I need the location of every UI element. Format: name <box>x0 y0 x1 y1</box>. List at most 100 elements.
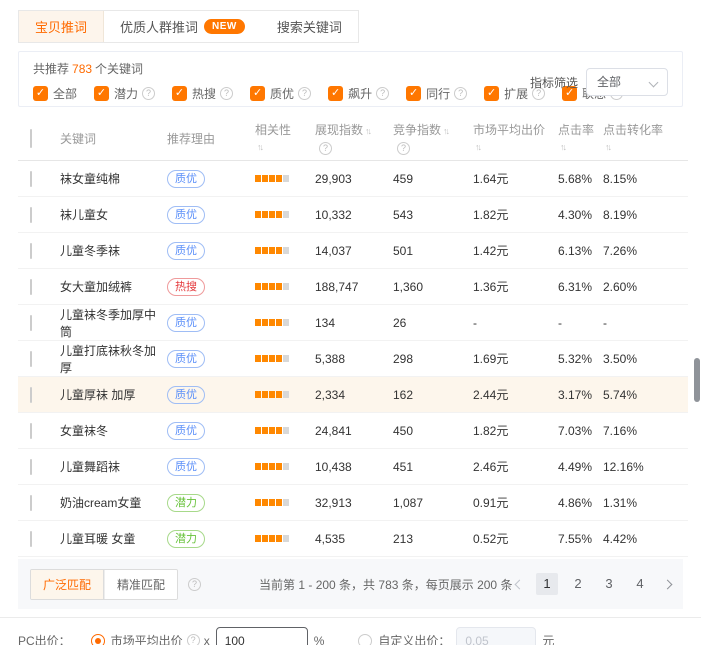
help-icon[interactable]: ? <box>376 87 389 100</box>
row-checkbox[interactable] <box>30 423 32 439</box>
filter-checkbox[interactable]: ✓ 全部 <box>33 85 77 102</box>
impression-cell: 14,037 <box>315 244 393 258</box>
competition-cell: 501 <box>393 244 473 258</box>
page-number[interactable]: 4 <box>629 573 651 595</box>
filter-checkbox[interactable]: ✓ 质优 ? <box>250 85 311 102</box>
checkbox-checked-icon[interactable]: ✓ <box>406 86 421 101</box>
reason-badge: 潜力 <box>167 530 205 548</box>
summary-suffix: 个关键词 <box>95 62 143 76</box>
match-mode-button[interactable]: 广泛匹配 <box>31 570 104 599</box>
market-price-radio[interactable] <box>91 634 105 645</box>
filter-checkbox[interactable]: ✓ 飙升 ? <box>328 85 389 102</box>
sort-icon[interactable]: ↑↓ <box>605 142 610 152</box>
metric-filter-select[interactable]: 全部 <box>586 68 668 96</box>
help-icon[interactable]: ? <box>188 578 201 591</box>
help-icon[interactable]: ? <box>220 87 233 100</box>
select-all-checkbox[interactable] <box>30 129 32 148</box>
sort-icon[interactable]: ↑↓ <box>443 126 448 136</box>
relevance-bar <box>262 175 268 182</box>
filter-checkbox-label: 潜力 <box>114 85 138 102</box>
keyword-cell: 儿童冬季袜 <box>60 242 167 259</box>
price-cell: 1.69元 <box>473 350 558 367</box>
row-checkbox[interactable] <box>30 531 32 547</box>
table-row: 儿童耳暖 女童 潜力 4,535 213 0.52元 7.55% 4.42% <box>18 521 688 557</box>
relevance-bars <box>255 175 315 182</box>
col-keyword: 关键词 <box>60 131 167 147</box>
help-icon[interactable]: ? <box>454 87 467 100</box>
page-number[interactable]: 2 <box>567 573 589 595</box>
filter-checkbox[interactable]: ✓ 同行 ? <box>406 85 467 102</box>
reason-badge: 质优 <box>167 206 205 224</box>
ctr-cell: 6.13% <box>558 244 603 258</box>
ctr-cell: 5.68% <box>558 172 603 186</box>
sort-icon[interactable]: ↑↓ <box>560 142 565 152</box>
competition-cell: 1,360 <box>393 280 473 294</box>
tab[interactable]: 优质人群推词 NEW <box>104 11 261 42</box>
relevance-bar <box>283 391 289 398</box>
relevance-bar <box>276 499 282 506</box>
filter-checkbox-label: 扩展 <box>504 85 528 102</box>
percent-sign: % <box>314 634 325 645</box>
sort-icon[interactable]: ↑↓ <box>475 142 480 152</box>
match-mode-button[interactable]: 精准匹配 <box>104 570 177 599</box>
row-checkbox[interactable] <box>30 459 32 475</box>
row-checkbox[interactable] <box>30 387 32 403</box>
price-cell: 1.64元 <box>473 170 558 187</box>
filter-checkbox[interactable]: ✓ 潜力 ? <box>94 85 155 102</box>
relevance-bar <box>255 499 261 506</box>
market-price-percent-input[interactable] <box>216 627 308 645</box>
checkbox-checked-icon[interactable]: ✓ <box>250 86 265 101</box>
pc-bid-bar: PC出价： 市场平均出价 ? x % 自定义出价： 元 <box>0 618 701 645</box>
filter-checkbox-label: 质优 <box>270 85 294 102</box>
row-checkbox[interactable] <box>30 171 32 187</box>
price-cell: 0.52元 <box>473 530 558 547</box>
relevance-bar <box>262 499 268 506</box>
relevance-bar <box>283 499 289 506</box>
custom-bid-input[interactable] <box>456 627 536 645</box>
col-competition-label: 竞争指数 <box>393 123 441 137</box>
impression-cell: 134 <box>315 316 393 330</box>
relevance-bar <box>269 319 275 326</box>
col-cvr-label: 点击转化率 <box>603 122 688 138</box>
checkbox-checked-icon[interactable]: ✓ <box>328 86 343 101</box>
reason-badge: 质优 <box>167 422 205 440</box>
help-icon[interactable]: ? <box>319 142 332 155</box>
page-numbers: 1234 <box>536 573 651 595</box>
sort-icon[interactable]: ↑↓ <box>365 126 370 136</box>
new-badge: NEW <box>204 19 245 34</box>
row-checkbox[interactable] <box>30 315 32 331</box>
cvr-cell: 12.16% <box>603 460 688 474</box>
page-number[interactable]: 1 <box>536 573 558 595</box>
keyword-table: 关键词 推荐理由 相关性 ↑↓ 展现指数↑↓ ? 竞争指数↑↓ ? 市场平均出价… <box>18 117 688 557</box>
tab[interactable]: 宝贝推词 <box>19 11 104 42</box>
checkbox-checked-icon[interactable]: ✓ <box>172 86 187 101</box>
checkbox-checked-icon[interactable]: ✓ <box>484 86 499 101</box>
relevance-bar <box>283 211 289 218</box>
col-ctr: 点击率 ↑↓ <box>558 122 603 155</box>
page-number[interactable]: 3 <box>598 573 620 595</box>
help-icon[interactable]: ? <box>142 87 155 100</box>
vertical-scrollbar-thumb[interactable] <box>694 358 700 402</box>
help-icon[interactable]: ? <box>298 87 311 100</box>
row-checkbox[interactable] <box>30 351 32 367</box>
custom-bid-radio[interactable] <box>358 634 372 645</box>
next-page-icon[interactable] <box>663 579 673 589</box>
relevance-bars <box>255 283 315 290</box>
row-checkbox[interactable] <box>30 495 32 511</box>
help-icon[interactable]: ? <box>397 142 410 155</box>
relevance-bar <box>269 355 275 362</box>
checkbox-checked-icon[interactable]: ✓ <box>33 86 48 101</box>
impression-cell: 5,388 <box>315 352 393 366</box>
checkbox-checked-icon[interactable]: ✓ <box>94 86 109 101</box>
relevance-bar <box>262 427 268 434</box>
prev-page-icon[interactable] <box>515 579 525 589</box>
row-checkbox[interactable] <box>30 279 32 295</box>
sort-icon[interactable]: ↑↓ <box>257 142 262 152</box>
filter-checkbox[interactable]: ✓ 热搜 ? <box>172 85 233 102</box>
row-checkbox[interactable] <box>30 243 32 259</box>
tab[interactable]: 搜索关键词 <box>261 11 358 42</box>
relevance-bar <box>262 355 268 362</box>
row-checkbox[interactable] <box>30 207 32 223</box>
relevance-bar <box>283 247 289 254</box>
help-icon[interactable]: ? <box>187 634 200 645</box>
